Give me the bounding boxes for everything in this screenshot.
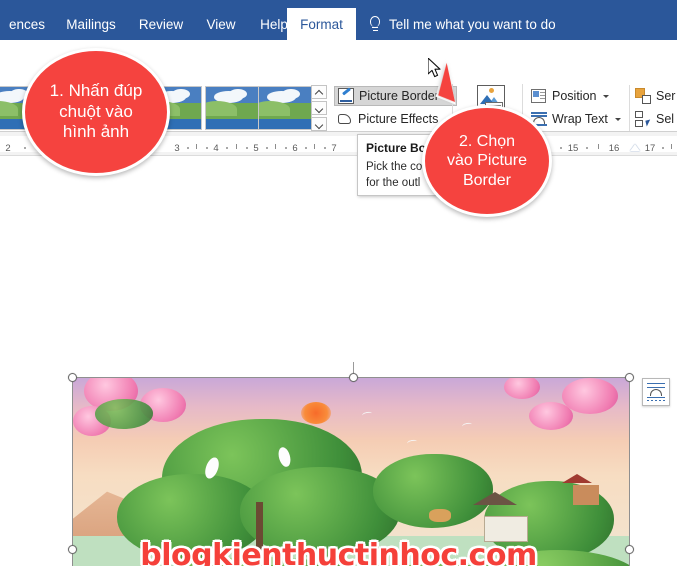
group-separator-3 — [629, 85, 630, 131]
gallery-scroll-down-button[interactable] — [311, 101, 327, 115]
callout-2-line-3: Border — [462, 171, 511, 189]
ribbon-tab-bar: ences Mailings Review View Help Format T… — [0, 0, 677, 40]
ruler-tick: 16 — [608, 143, 620, 154]
photo-pagoda — [573, 484, 600, 505]
tab-label: View — [206, 16, 236, 32]
wrap-text-button[interactable]: Wrap Text — [531, 109, 621, 129]
handle-top-left[interactable] — [68, 373, 77, 382]
ruler-tick: 15 — [567, 143, 579, 154]
more-chevron-icon — [316, 121, 323, 128]
handle-top-right[interactable] — [625, 373, 634, 382]
tab-label: ences — [8, 16, 46, 32]
gallery-more-button[interactable] — [311, 117, 327, 131]
tab-label: Format — [300, 16, 343, 32]
handle-top-center[interactable] — [349, 373, 358, 382]
send-backward-button[interactable]: Ser — [635, 86, 675, 106]
style-thumb-5[interactable] — [205, 86, 259, 130]
ruler-tick: 5 — [253, 143, 259, 154]
chevron-up-icon — [316, 89, 323, 96]
mouse-pointer — [428, 58, 441, 78]
callout-1-line-2: chuột vào — [59, 101, 133, 121]
chevron-down-icon — [316, 105, 323, 112]
handle-middle-left[interactable] — [68, 545, 77, 554]
callout-1-line-3: hình ảnh — [62, 122, 130, 142]
photo-house-roof — [473, 491, 518, 505]
callout-1-bubble: 1. Nhấn đúp chuột vào hình ảnh — [22, 48, 170, 176]
picture-effects-icon — [337, 111, 353, 127]
ruler-tick: 4 — [213, 143, 219, 154]
picture-border-icon — [338, 87, 354, 104]
selection-pane-label: Sel — [656, 111, 675, 126]
chevron-down-icon — [603, 94, 610, 98]
wrap-text-layout-icon — [647, 383, 665, 401]
wrap-text-label: Wrap Text — [552, 111, 608, 126]
lightbulb-icon — [368, 15, 382, 33]
callout-2-line-1: 2. Chọn — [458, 132, 516, 150]
tab-mailings[interactable]: Mailings — [54, 8, 128, 40]
tab-format[interactable]: Format — [287, 8, 356, 40]
tell-me-search[interactable]: Tell me what you want to do — [368, 8, 556, 40]
handle-middle-right[interactable] — [625, 545, 634, 554]
title-bar-strip — [0, 0, 677, 8]
word-window: ences Mailings Review View Help Format T… — [0, 0, 677, 566]
gallery-scroll-up-button[interactable] — [311, 85, 327, 99]
send-backward-icon — [635, 88, 651, 104]
picture-border-label: Picture Border — [359, 88, 439, 103]
callout-2-line-2: vào Picture — [446, 152, 528, 170]
callout-1-line-1: 1. Nhấn đúp — [49, 80, 143, 100]
tab-label: Help — [260, 16, 288, 32]
photo-foliage — [95, 398, 154, 429]
picture-effects-label: Picture Effects — [358, 111, 439, 126]
position-label: Position — [552, 88, 597, 103]
position-button[interactable]: Position — [531, 86, 610, 106]
document-page[interactable]: blogkienthuctinhoc.com — [0, 156, 677, 566]
style-thumb-6[interactable] — [258, 86, 312, 130]
chevron-down-icon — [614, 117, 621, 121]
layout-options-button[interactable] — [642, 378, 670, 406]
position-icon — [531, 88, 547, 104]
tab-view[interactable]: View — [194, 8, 248, 40]
callout-2-bubble: 2. Chọn vào Picture Border — [422, 105, 552, 217]
ruler-tick: 17 — [644, 143, 656, 154]
tab-review[interactable]: Review — [128, 8, 194, 40]
tell-me-label: Tell me what you want to do — [389, 16, 556, 32]
tab-label: Review — [138, 16, 184, 32]
ruler-tick: 6 — [292, 143, 298, 154]
first-line-indent-marker[interactable] — [630, 144, 640, 151]
tab-label: Mailings — [66, 16, 116, 32]
photo-blossom — [504, 378, 541, 399]
photo-sun — [300, 402, 331, 425]
selection-pane-icon — [635, 111, 652, 127]
watermark-text: blogkienthuctinhoc.com — [140, 538, 537, 566]
tab-references[interactable]: ences — [0, 8, 54, 40]
ruler-tick: 7 — [331, 143, 337, 154]
send-backward-label: Ser — [656, 88, 676, 103]
ruler-tick: 3 — [174, 143, 180, 154]
selection-pane-button[interactable]: Sel — [635, 109, 674, 129]
photo-pagoda-roof — [562, 474, 593, 484]
picture-effects-button[interactable]: Picture Effects — [337, 109, 452, 129]
photo-deer — [428, 508, 451, 522]
ruler-tick: 2 — [5, 143, 11, 154]
